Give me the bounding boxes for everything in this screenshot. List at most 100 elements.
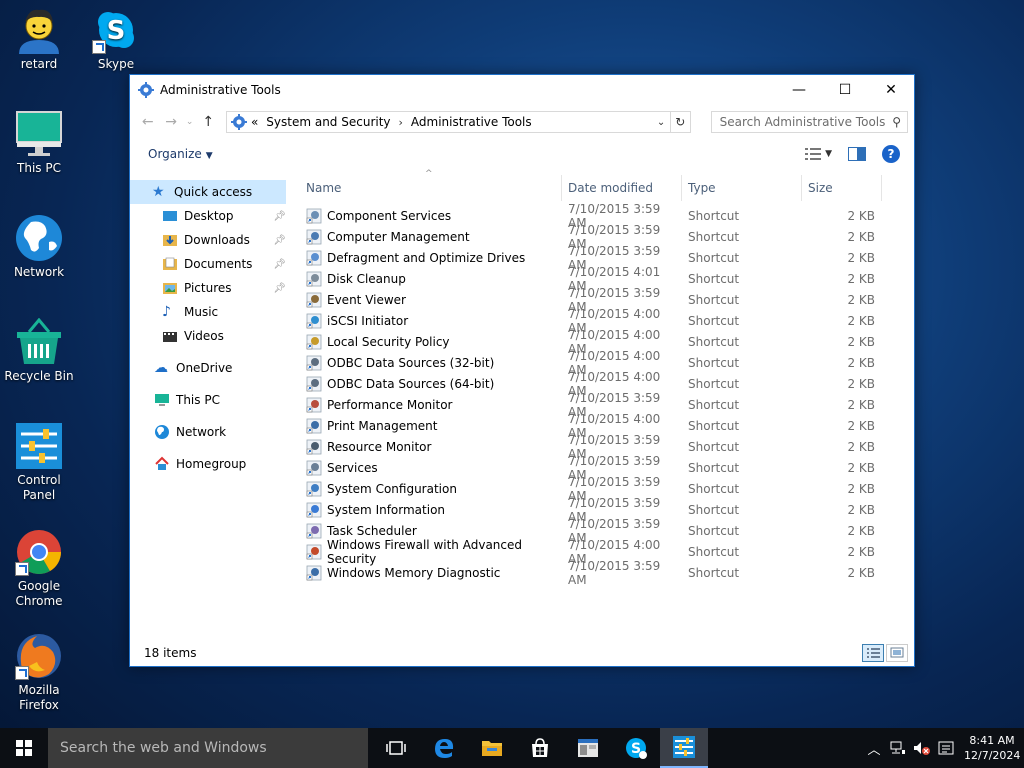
- breadcrumb-overflow[interactable]: «: [251, 115, 258, 129]
- nav-label: Videos: [184, 329, 224, 343]
- taskbar-task-view[interactable]: [372, 728, 420, 768]
- store-icon: [532, 738, 548, 757]
- back-button[interactable]: ←: [136, 110, 159, 134]
- desktop-icon-recycle-bin[interactable]: Recycle Bin: [0, 317, 78, 384]
- shortcut-tool-icon: [306, 229, 322, 244]
- nav-music[interactable]: ♪ Music: [130, 300, 290, 324]
- taskbar-edge[interactable]: [420, 728, 468, 768]
- pin-icon[interactable]: 📌︎: [273, 259, 286, 270]
- desktop-icon-user[interactable]: retard: [0, 6, 78, 72]
- cloud-icon: ☁: [154, 360, 168, 376]
- file-size: 2 KB: [847, 271, 875, 286]
- file-name-cell: Event Viewer: [290, 292, 562, 308]
- taskbar-store[interactable]: [516, 728, 564, 768]
- taskbar-control-panel[interactable]: [660, 728, 708, 768]
- large-icons-view-button[interactable]: [886, 644, 908, 662]
- maximize-button[interactable]: ☐: [822, 75, 868, 105]
- nav-label: Network: [176, 425, 227, 439]
- file-row[interactable]: Windows Memory Diagnostic 7/10/2015 3:59 …: [290, 559, 914, 587]
- sort-ascending-icon: ^: [425, 169, 433, 179]
- desktop-icon-this-pc[interactable]: This PC: [0, 110, 78, 176]
- network-icon[interactable]: [886, 741, 910, 755]
- desktop-icon-skype[interactable]: S Skype: [77, 6, 155, 72]
- chevron-down-icon: ▼: [205, 151, 213, 161]
- organize-button[interactable]: Organize ▼: [148, 147, 213, 161]
- file-name: Local Security Policy: [327, 334, 450, 349]
- refresh-button[interactable]: ↻: [671, 111, 691, 133]
- pin-icon[interactable]: 📌︎: [273, 235, 286, 246]
- pin-icon[interactable]: 📌︎: [273, 283, 286, 294]
- file-name: Services: [327, 460, 378, 475]
- taskbar-clock[interactable]: 8:41 AM 12/7/2024: [964, 733, 1020, 763]
- up-button[interactable]: ↑: [197, 110, 220, 134]
- details-view-button[interactable]: [862, 644, 884, 662]
- shortcut-arrow-icon: [15, 666, 29, 680]
- taskbar-skype[interactable]: S: [612, 728, 660, 768]
- shortcut-tool-icon: [306, 208, 322, 223]
- details-view-icon: [805, 148, 822, 160]
- nav-onedrive[interactable]: ☁ OneDrive: [130, 356, 290, 380]
- pin-icon[interactable]: 📌︎: [273, 211, 286, 222]
- shortcut-tool-icon: [306, 418, 322, 433]
- nav-desktop[interactable]: Desktop 📌︎: [130, 204, 290, 228]
- file-name: Defragment and Optimize Drives: [327, 250, 526, 265]
- nav-pictures[interactable]: Pictures 📌︎: [130, 276, 290, 300]
- videos-folder-icon: [163, 332, 177, 342]
- system-tray: ︿ 8:41 AM 12/7/2024: [862, 728, 1024, 768]
- column-header-date[interactable]: Date modified: [562, 175, 682, 201]
- search-icon[interactable]: ⚲: [892, 115, 901, 129]
- taskbar-app-window[interactable]: [564, 728, 612, 768]
- show-hidden-icons-chevron-up-icon[interactable]: ︿: [862, 739, 886, 758]
- breadcrumb-administrative-tools[interactable]: Administrative Tools: [411, 115, 532, 129]
- nav-documents[interactable]: Documents 📌︎: [130, 252, 290, 276]
- nav-homegroup[interactable]: Homegroup: [130, 452, 290, 476]
- preview-pane-icon[interactable]: [848, 147, 866, 161]
- action-center-icon[interactable]: [934, 741, 958, 755]
- taskbar-file-explorer[interactable]: [468, 728, 516, 768]
- breadcrumb-separator-icon[interactable]: ›: [399, 116, 403, 129]
- forward-button[interactable]: →: [159, 110, 182, 134]
- file-name-cell: Local Security Policy: [290, 334, 562, 350]
- column-label: Date modified: [568, 181, 654, 195]
- recent-locations-button[interactable]: ⌄: [183, 110, 197, 134]
- column-header-size[interactable]: Size: [802, 175, 882, 201]
- breadcrumb-system-and-security[interactable]: System and Security: [266, 115, 390, 129]
- file-name: System Information: [327, 502, 446, 517]
- volume-muted-icon[interactable]: [910, 741, 934, 755]
- nav-videos[interactable]: Videos: [130, 324, 290, 348]
- shortcut-arrow-icon: [15, 562, 29, 576]
- admin-tools-gear-icon: [138, 82, 154, 98]
- file-name-cell: Defragment and Optimize Drives: [290, 250, 562, 266]
- address-bar[interactable]: « System and Security › Administrative T…: [225, 111, 672, 133]
- desktop-icon-firefox[interactable]: Mozilla Firefox: [0, 632, 78, 713]
- desktop-icon-network[interactable]: Network: [0, 214, 78, 280]
- nav-downloads[interactable]: Downloads 📌︎: [130, 228, 290, 252]
- taskbar-search-box[interactable]: Search the web and Windows: [48, 728, 368, 768]
- nav-this-pc[interactable]: This PC: [130, 388, 290, 412]
- desktop-icon-label: Skype: [97, 57, 135, 71]
- nav-network[interactable]: Network: [130, 420, 290, 444]
- svg-text:S: S: [107, 16, 126, 46]
- change-view-button[interactable]: ▼: [805, 148, 832, 160]
- column-header-name[interactable]: ^ Name: [290, 169, 562, 201]
- start-button[interactable]: [0, 728, 48, 768]
- address-dropdown-icon[interactable]: ⌄: [652, 117, 670, 128]
- file-size: 2 KB: [847, 439, 875, 454]
- file-size: 2 KB: [847, 313, 875, 328]
- desktop-icon-label: Control Panel: [17, 473, 61, 502]
- desktop-icon-chrome[interactable]: Google Chrome: [0, 528, 78, 609]
- file-size: 2 KB: [847, 460, 875, 475]
- file-size: 2 KB: [847, 376, 875, 391]
- minimize-button[interactable]: —: [776, 75, 822, 105]
- search-box[interactable]: Search Administrative Tools ⚲: [710, 111, 908, 133]
- desktop-icon-control-panel[interactable]: Control Panel: [0, 422, 78, 503]
- title-bar[interactable]: Administrative Tools — ☐ ✕: [130, 75, 914, 105]
- command-bar: Organize ▼ ▼ ?: [130, 139, 914, 169]
- file-type: Shortcut: [688, 229, 740, 244]
- help-button[interactable]: ?: [882, 145, 900, 163]
- close-button[interactable]: ✕: [868, 75, 914, 105]
- column-header-type[interactable]: Type: [682, 175, 802, 201]
- nav-quick-access[interactable]: ★ Quick access: [130, 180, 286, 204]
- large-icons-view-icon: [890, 647, 904, 658]
- control-panel-icon: [673, 736, 695, 758]
